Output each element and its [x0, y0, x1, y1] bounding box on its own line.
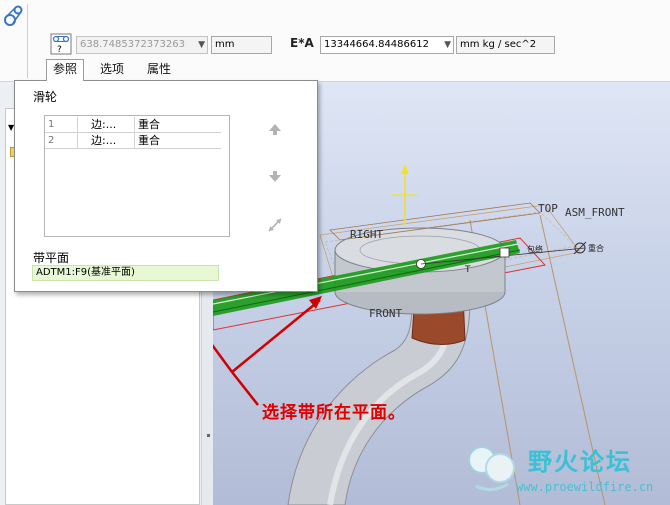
- svg-text:?: ?: [57, 45, 62, 55]
- tab-references[interactable]: 参照: [46, 59, 85, 81]
- row-type: 边:...: [91, 134, 117, 147]
- datum-label-right: RIGHT: [350, 228, 383, 241]
- tag-belt-label: 包络: [527, 244, 543, 254]
- length-unit-label: mm: [215, 39, 235, 50]
- annotation-arrow-right: [231, 299, 321, 373]
- watermark-logo-icon: [468, 446, 515, 491]
- belt-tool-icon[interactable]: [2, 4, 24, 28]
- ea-label: E*A: [290, 36, 314, 50]
- flip-direction-icon[interactable]: [267, 217, 283, 233]
- length-unit-field: mm: [211, 36, 272, 54]
- pulley-reference-list[interactable]: 1 边:... 重合 2 边:... 重合: [44, 115, 230, 237]
- belt-plane-label: 带平面: [33, 251, 70, 265]
- belt-length-field[interactable]: 638.7485372373263 ▼: [76, 36, 208, 54]
- belt-length-icon[interactable]: ?: [50, 33, 72, 55]
- row-constraint: 重合: [138, 134, 160, 147]
- chevron-down-icon[interactable]: ▼: [444, 37, 451, 53]
- tab-options[interactable]: 选项: [94, 60, 130, 80]
- references-panel: 滑轮 1 边:... 重合 2 边:... 重合 带平面 ADTM1:F9(基准…: [14, 80, 318, 292]
- row-index: 2: [48, 135, 55, 146]
- move-up-icon[interactable]: [267, 121, 283, 137]
- watermark-url: www.proewildfire.cn: [516, 480, 654, 494]
- row-type: 边:...: [91, 118, 117, 131]
- tag-t-label: T: [464, 265, 471, 275]
- belt-length-value: 638.7485372373263: [80, 39, 185, 50]
- pulley-section-label: 滑轮: [33, 90, 58, 104]
- splitter-grip-icon: [207, 434, 210, 437]
- list-item[interactable]: 2 边:... 重合: [45, 133, 221, 149]
- watermark: 野火论坛 www.proewildfire.cn: [458, 436, 666, 500]
- ea-value-field[interactable]: 13344664.84486612 ▼: [320, 36, 454, 54]
- ea-unit-label: mm kg / sec^2: [460, 39, 537, 50]
- toolbar: ? 638.7485372373263 ▼ mm E*A 13344664.84…: [0, 0, 670, 82]
- chevron-down-icon[interactable]: ▼: [198, 37, 205, 53]
- tag-box-icon: [499, 247, 510, 258]
- watermark-title: 野火论坛: [528, 448, 632, 476]
- belt-plane-collector[interactable]: ADTM1:F9(基准平面): [32, 265, 219, 281]
- list-item[interactable]: 1 边:... 重合: [45, 117, 221, 133]
- datum-label-front: FRONT: [369, 307, 402, 320]
- datum-label-top: TOP: [538, 202, 558, 215]
- ea-unit-field: mm kg / sec^2: [456, 36, 555, 54]
- ea-value: 13344664.84486612: [324, 39, 429, 50]
- tag-coincide-label: 重合: [588, 243, 604, 253]
- annotation-callout: 选择带所在平面。: [262, 403, 406, 423]
- move-down-icon[interactable]: [267, 169, 283, 185]
- tab-properties[interactable]: 属性: [141, 60, 177, 80]
- row-constraint: 重合: [138, 118, 160, 131]
- row-index: 1: [48, 119, 55, 130]
- toolbar-separator: [27, 4, 28, 78]
- datum-label-asm-front: ASM_FRONT: [565, 206, 625, 219]
